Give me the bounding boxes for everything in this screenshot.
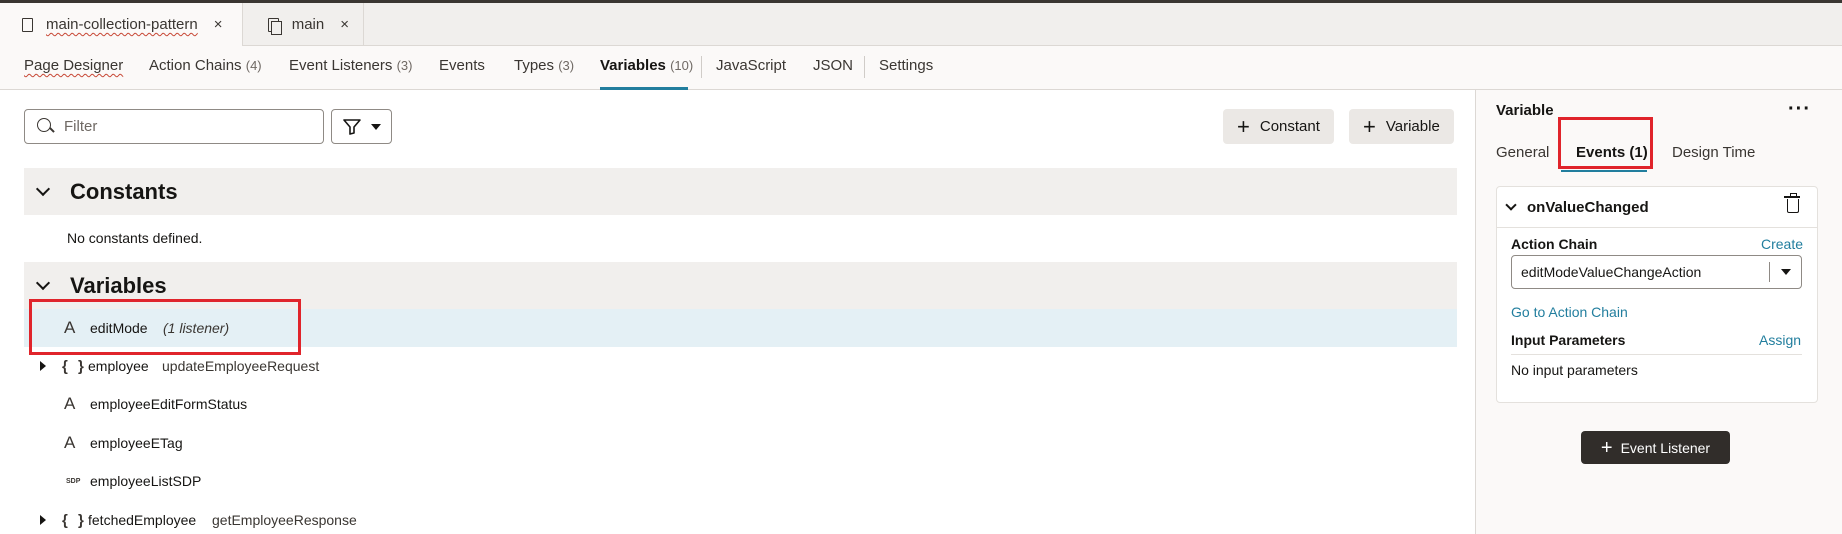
object-type-icon: { } bbox=[62, 357, 87, 375]
expand-arrow-icon[interactable] bbox=[40, 515, 46, 525]
designer-tab-bar: Page Designer Action Chains (4) Event Li… bbox=[0, 46, 1842, 90]
variable-row-employeeEditFormStatus[interactable]: A employeeEditFormStatus bbox=[24, 385, 1457, 423]
listener-count: (1 listener) bbox=[163, 320, 230, 336]
variable-name: employeeETag bbox=[90, 435, 183, 451]
search-icon bbox=[37, 118, 54, 135]
variable-row-employeeListSDP[interactable]: SDP employeeListSDP bbox=[24, 462, 1457, 500]
string-type-icon: A bbox=[64, 433, 76, 452]
panel-title: Variable bbox=[1496, 102, 1554, 119]
file-tab-bar: main-collection-pattern × main × bbox=[0, 0, 1842, 46]
divider bbox=[1511, 354, 1802, 355]
variable-name: fetchedEmployee bbox=[88, 512, 197, 528]
string-type-icon: A bbox=[64, 318, 76, 337]
more-options-icon[interactable]: ··· bbox=[1788, 98, 1811, 121]
event-header[interactable]: onValueChanged bbox=[1497, 187, 1817, 227]
document-icon bbox=[22, 17, 33, 32]
file-tab-main[interactable]: main × bbox=[243, 3, 364, 46]
filter-input[interactable] bbox=[64, 118, 304, 135]
chevron-down-icon[interactable] bbox=[1505, 199, 1517, 211]
select-divider bbox=[1769, 262, 1770, 282]
file-tab-label: main bbox=[291, 16, 325, 33]
filter-field[interactable] bbox=[24, 109, 324, 144]
go-to-action-chain-link[interactable]: Go to Action Chain bbox=[1511, 304, 1628, 320]
documents-icon bbox=[268, 17, 282, 35]
tab-javascript[interactable]: JavaScript bbox=[716, 46, 786, 90]
input-parameters-label: Input Parameters bbox=[1511, 332, 1626, 348]
variable-row-editMode[interactable]: A editMode (1 listener) bbox=[24, 309, 1457, 347]
section-title: Variables bbox=[70, 272, 167, 298]
tab-events[interactable]: Events (1) bbox=[1576, 144, 1648, 161]
tab-json[interactable]: JSON bbox=[813, 46, 853, 90]
tab-types[interactable]: Types (3) bbox=[514, 46, 574, 90]
add-constant-button[interactable]: + Constant bbox=[1223, 109, 1334, 144]
chevron-down-icon[interactable] bbox=[35, 181, 51, 197]
add-event-listener-label: Event Listener bbox=[1620, 439, 1711, 456]
expand-arrow-icon[interactable] bbox=[40, 361, 46, 371]
section-title: Constants bbox=[70, 178, 178, 204]
no-input-parameters: No input parameters bbox=[1511, 362, 1638, 378]
file-tab-main-collection-pattern[interactable]: main-collection-pattern × bbox=[0, 3, 243, 46]
tab-action-chains[interactable]: Action Chains (4) bbox=[149, 46, 262, 90]
plus-icon: + bbox=[1363, 113, 1376, 139]
tab-settings[interactable]: Settings bbox=[879, 46, 933, 90]
create-link[interactable]: Create bbox=[1761, 236, 1803, 252]
chevron-down-icon bbox=[370, 123, 381, 130]
tab-general[interactable]: General bbox=[1496, 144, 1549, 161]
add-variable-button[interactable]: + Variable bbox=[1349, 109, 1454, 144]
tab-separator bbox=[864, 56, 865, 78]
close-icon[interactable]: × bbox=[214, 16, 223, 33]
action-chain-value: editModeValueChangeAction bbox=[1521, 264, 1702, 280]
variable-name: employeeListSDP bbox=[90, 473, 202, 489]
add-variable-label: Variable bbox=[1385, 118, 1440, 135]
active-tab-indicator bbox=[1561, 170, 1647, 172]
event-card-onValueChanged: onValueChanged Action Chain Create editM… bbox=[1496, 186, 1818, 403]
close-icon[interactable]: × bbox=[340, 16, 349, 33]
constants-section-header[interactable]: Constants bbox=[24, 168, 1457, 215]
variable-type: updateEmployeeRequest bbox=[162, 358, 320, 374]
highlight-box-events-tab bbox=[1558, 117, 1653, 169]
tab-separator bbox=[701, 56, 702, 78]
chevron-down-icon[interactable] bbox=[1781, 269, 1791, 275]
plus-icon: + bbox=[1237, 113, 1250, 139]
string-type-icon: A bbox=[64, 394, 76, 413]
chevron-down-icon[interactable] bbox=[35, 275, 51, 291]
tab-event-listeners[interactable]: Event Listeners (3) bbox=[289, 46, 412, 90]
filter-menu-button[interactable] bbox=[331, 109, 392, 144]
properties-panel: Variable ··· General Events (1) Design T… bbox=[1475, 90, 1842, 534]
object-type-icon: { } bbox=[62, 511, 87, 529]
sdp-type-icon: SDP bbox=[66, 477, 81, 485]
trash-icon[interactable] bbox=[1784, 193, 1800, 213]
event-body: Action Chain Create bbox=[1497, 227, 1817, 252]
add-event-listener-button[interactable]: + Event Listener bbox=[1581, 431, 1730, 464]
no-constants-message: No constants defined. bbox=[67, 230, 203, 246]
file-tab-label: main-collection-pattern bbox=[46, 16, 198, 33]
tab-page-designer[interactable]: Page Designer bbox=[24, 46, 123, 90]
add-constant-label: Constant bbox=[1259, 118, 1320, 135]
tab-design-time[interactable]: Design Time bbox=[1672, 144, 1755, 161]
tab-variables[interactable]: Variables (10) bbox=[600, 46, 693, 90]
variable-name: editMode bbox=[90, 320, 148, 336]
variables-section-header[interactable]: Variables bbox=[24, 262, 1457, 309]
variable-row-employeeETag[interactable]: A employeeETag bbox=[24, 424, 1457, 462]
variable-row-fetchedEmployee[interactable]: { } fetchedEmployee getEmployeeResponse bbox=[24, 501, 1457, 534]
action-chain-label: Action Chain bbox=[1511, 236, 1598, 252]
event-name: onValueChanged bbox=[1527, 198, 1649, 216]
variables-editor: + Constant + Variable Constants No const… bbox=[0, 90, 1475, 534]
plus-icon: + bbox=[1600, 436, 1613, 459]
variable-row-employee[interactable]: { } employee updateEmployeeRequest bbox=[24, 347, 1457, 385]
variable-name: employeeEditFormStatus bbox=[90, 396, 248, 412]
variable-name: employee bbox=[88, 358, 149, 374]
variable-type: getEmployeeResponse bbox=[212, 512, 357, 528]
tab-events[interactable]: Events bbox=[439, 46, 485, 90]
assign-link[interactable]: Assign bbox=[1759, 332, 1801, 348]
funnel-icon bbox=[342, 118, 361, 135]
action-chain-select[interactable]: editModeValueChangeAction bbox=[1511, 255, 1802, 289]
